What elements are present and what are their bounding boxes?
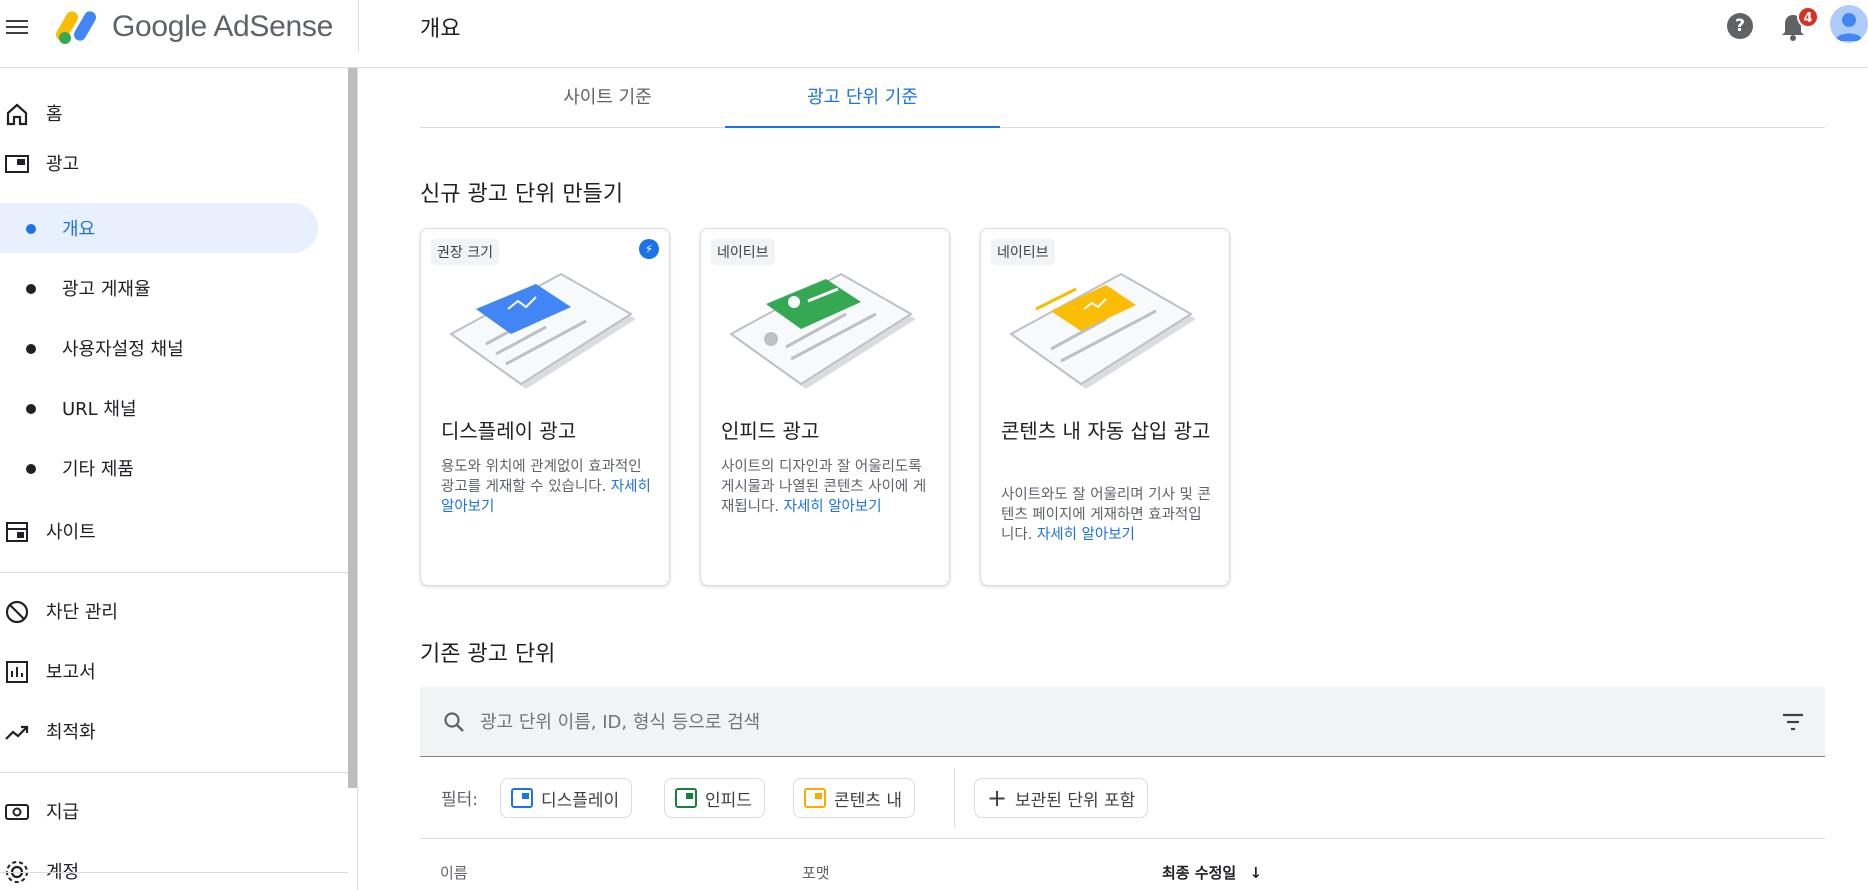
existing-ad-units-heading: 기존 광고 단위 — [420, 642, 556, 667]
filter-chip-display[interactable]: 디스플레이 — [500, 778, 633, 818]
plus-icon: + — [987, 784, 1008, 812]
sidebar-item-other-products[interactable]: 기타 제품 — [0, 443, 340, 493]
bullet-icon — [26, 284, 36, 294]
display-ad-card[interactable]: 권장 크기 ⚡ 디스플레이 광고 용도와 위치에 관계없이 효과적인 광고를 게… — [420, 228, 670, 586]
column-header-last-modified[interactable]: 최종 수정일 ↓ — [1162, 862, 1262, 883]
card-title: 인피드 광고 — [721, 419, 820, 443]
filter-chip-in-feed[interactable]: 인피드 — [664, 778, 765, 818]
sidebar-item-label: 지급 — [46, 802, 80, 823]
menu-icon[interactable] — [6, 16, 30, 40]
search-input[interactable] — [480, 697, 1730, 747]
column-header-name[interactable]: 이름 — [440, 862, 468, 883]
brand-name[interactable]: Google AdSense — [112, 10, 333, 44]
table-header-divider — [420, 838, 1825, 839]
sidebar-item-label: 광고 게재율 — [62, 279, 151, 300]
sidebar-item-label: URL 채널 — [62, 399, 137, 420]
bullet-icon — [26, 344, 36, 354]
page-title: 개요 — [420, 17, 461, 42]
report-icon — [6, 661, 28, 683]
bullet-icon — [26, 464, 36, 474]
user-avatar-icon — [1835, 13, 1863, 41]
trending-up-icon — [5, 725, 29, 740]
recommended-size-chip: 권장 크기 — [431, 239, 499, 265]
tab-by-site[interactable]: 사이트 기준 — [470, 68, 745, 128]
card-title: 콘텐츠 내 자동 삽입 광고 — [1001, 419, 1211, 443]
sidebar-item-payments[interactable]: 지급 — [0, 786, 340, 836]
chip-label: 인피드 — [705, 790, 752, 811]
display-ad-illustration-icon — [449, 272, 636, 389]
ads-icon — [5, 155, 29, 173]
sidebar-item-ads[interactable]: 광고 — [0, 138, 340, 188]
card-description: 사이트의 디자인과 잘 어울리도록 게시물과 나열된 콘텐츠 사이에 게재됩니다… — [721, 459, 927, 515]
bullet-icon — [26, 224, 36, 234]
sidebar-item-label: 계정 — [46, 862, 80, 883]
learn-more-link[interactable]: 자세히 알아보기 — [1037, 527, 1135, 543]
chip-label: 콘텐츠 내 — [834, 790, 902, 811]
filter-divider — [954, 768, 955, 828]
sidebar-scrollbar[interactable] — [348, 68, 357, 788]
sidebar-item-overview[interactable]: 개요 — [0, 203, 318, 253]
sidebar: 홈 광고 개요 광고 게재율 사용자설정 채널 URL 채널 기타 제품 사이트… — [0, 68, 358, 890]
top-app-bar: Google AdSense 개요 ? 4 — [0, 0, 1868, 68]
bolt-icon: ⚡ — [639, 239, 659, 259]
card-title: 디스플레이 광고 — [441, 419, 577, 443]
help-icon[interactable]: ? — [1727, 13, 1753, 39]
sidebar-item-custom-channels[interactable]: 사용자설정 채널 — [0, 323, 340, 373]
filter-label: 필터: — [441, 790, 479, 810]
filter-chip-in-article[interactable]: 콘텐츠 내 — [793, 778, 915, 818]
chip-label: 디스플레이 — [541, 790, 620, 811]
sidebar-divider — [0, 872, 348, 873]
sidebar-item-label: 사이트 — [46, 522, 96, 543]
adsense-logo-icon — [56, 11, 96, 44]
sidebar-item-ad-serving[interactable]: 광고 게재율 — [0, 263, 340, 313]
card-description: 용도와 위치에 관계없이 효과적인 광고를 게재할 수 있습니다. 자세히 알아… — [441, 459, 651, 515]
sidebar-item-label: 개요 — [62, 219, 96, 240]
tab-by-ad-unit[interactable]: 광고 단위 기준 — [725, 68, 1000, 128]
native-chip: 네이티브 — [711, 239, 775, 265]
display-ad-icon — [511, 788, 533, 808]
search-icon — [444, 712, 464, 732]
sidebar-item-home[interactable]: 홈 — [0, 88, 340, 138]
sidebar-item-sites[interactable]: 사이트 — [0, 506, 340, 556]
create-ad-unit-heading: 신규 광고 단위 만들기 — [420, 182, 624, 207]
bullet-icon — [26, 404, 36, 414]
header-divider — [358, 0, 359, 52]
in-feed-ad-illustration-icon — [729, 272, 916, 389]
sidebar-item-label: 보고서 — [46, 662, 96, 683]
card-description: 사이트와도 잘 어울리며 기사 및 콘텐츠 페이지에 게재하면 효과적입니다. … — [1001, 487, 1211, 543]
notification-count-badge: 4 — [1797, 6, 1819, 28]
block-icon — [5, 600, 29, 624]
avatar[interactable] — [1830, 5, 1868, 43]
column-header-format[interactable]: 포맷 — [802, 862, 830, 883]
sidebar-item-account[interactable]: 계정 — [0, 846, 340, 890]
sidebar-item-blocking-controls[interactable]: 차단 관리 — [0, 586, 340, 636]
sidebar-item-url-channels[interactable]: URL 채널 — [0, 383, 340, 433]
native-chip: 네이티브 — [991, 239, 1055, 265]
sidebar-item-label: 최적화 — [46, 722, 96, 743]
sidebar-item-label: 차단 관리 — [46, 602, 118, 623]
sidebar-item-label: 광고 — [46, 154, 80, 175]
include-archived-chip[interactable]: + 보관된 단위 포함 — [974, 778, 1149, 818]
arrow-down-icon: ↓ — [1249, 864, 1263, 882]
sidebar-item-optimization[interactable]: 최적화 — [0, 706, 340, 756]
chip-label: 보관된 단위 포함 — [1015, 790, 1136, 811]
sidebar-item-label: 홈 — [46, 104, 63, 125]
view-tabs: 사이트 기준 광고 단위 기준 — [420, 68, 1825, 128]
sidebar-item-reports[interactable]: 보고서 — [0, 646, 340, 696]
in-feed-ad-icon — [675, 788, 697, 808]
sidebar-item-label: 기타 제품 — [62, 459, 134, 480]
ad-unit-search — [420, 687, 1825, 757]
sidebar-divider — [0, 572, 348, 573]
in-article-ad-icon — [804, 788, 826, 808]
sidebar-item-label: 사용자설정 채널 — [62, 339, 184, 360]
site-icon — [6, 522, 28, 542]
in-feed-ad-card[interactable]: 네이티브 인피드 광고 사이트의 디자인과 잘 어울리도록 게시물과 나열된 콘… — [700, 228, 950, 586]
home-icon — [6, 103, 28, 126]
payments-icon — [5, 804, 29, 820]
in-article-ad-card[interactable]: 네이티브 콘텐츠 내 자동 삽입 광고 사이트와도 잘 어울리며 기사 및 콘텐… — [980, 228, 1230, 586]
in-article-ad-illustration-icon — [1009, 272, 1196, 389]
filter-list-icon[interactable] — [1781, 711, 1805, 733]
sidebar-divider — [0, 772, 348, 773]
learn-more-link[interactable]: 자세히 알아보기 — [784, 499, 882, 515]
